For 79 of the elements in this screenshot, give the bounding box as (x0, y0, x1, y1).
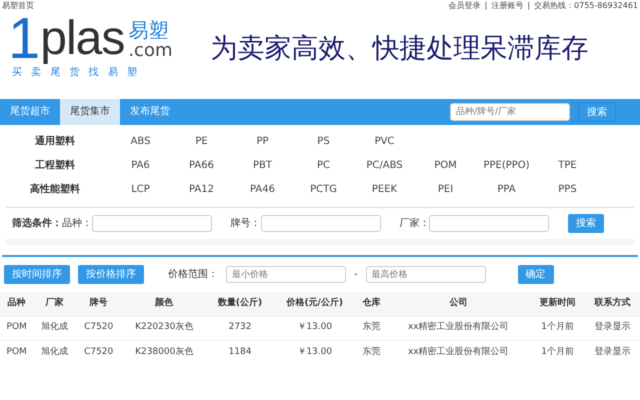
category-label: 高性能塑料 (29, 182, 81, 196)
table-cell: K220230灰色 (121, 316, 207, 340)
category-link[interactable]: PCTG (293, 182, 354, 196)
category-link[interactable]: PC (293, 158, 354, 172)
table-cell: C7520 (76, 316, 122, 340)
category-link[interactable]: PP (232, 134, 293, 148)
table-cell: 东莞 (356, 316, 386, 340)
contact-link[interactable]: 登录显示 (585, 316, 640, 340)
separator-text: - (354, 268, 358, 282)
table-cell: ￥13.00 (273, 340, 356, 364)
input-field[interactable] (260, 215, 381, 232)
category-link[interactable]: PPA (476, 182, 537, 196)
category-link[interactable]: PA46 (232, 182, 293, 196)
field-label: 品种： (62, 216, 92, 231)
column-header: 仓库 (356, 292, 386, 316)
field-label: 厂家： (399, 216, 430, 231)
category-link[interactable]: ABS (110, 134, 171, 148)
category-link[interactable]: PVC (354, 134, 415, 148)
category-link[interactable]: PPE(PPO) (476, 158, 537, 172)
logo-chinese: 易塑 (128, 19, 170, 41)
table-cell: ￥13.00 (273, 316, 356, 340)
hotline-text: 交易热线：0755-86932461 (534, 0, 638, 11)
logo-domain: .com (128, 41, 172, 61)
category-link[interactable]: PEEK (354, 182, 415, 196)
column-header: 牌号 (76, 292, 122, 316)
table-cell: 旭化成 (33, 316, 76, 340)
column-header: 品种 (0, 292, 34, 316)
column-header: 更新时间 (530, 292, 586, 316)
table-cell: 东莞 (356, 340, 386, 364)
logo-word: plas (40, 13, 124, 65)
table-cell: C7520 (76, 340, 122, 364)
range-label: 价格范围： (168, 268, 218, 282)
category-link[interactable]: LCP (110, 182, 171, 196)
nav-tab[interactable]: 尾货集市 (60, 99, 120, 125)
search-field[interactable]: 品种/牌号/厂家 (450, 103, 570, 121)
field-label: 牌号： (230, 217, 261, 231)
table-cell: xx精密工业股份有限公司 (386, 316, 530, 340)
category-link[interactable]: PEI (415, 182, 476, 196)
category-link[interactable]: PPS (537, 182, 598, 196)
divider-text: | (484, 0, 488, 11)
category-link[interactable]: PA6 (110, 158, 171, 172)
table-cell: 旭化成 (33, 340, 76, 364)
input-field[interactable] (92, 215, 212, 232)
slogan-text: 为卖家高效、快捷处理呆滞库存 (210, 32, 588, 66)
table-cell: POM (0, 340, 34, 364)
category-link[interactable]: PA66 (171, 158, 232, 172)
input-field[interactable] (429, 215, 550, 232)
table-cell: xx精密工业股份有限公司 (386, 340, 530, 364)
category-link[interactable]: PC/ABS (354, 158, 415, 172)
table-cell: 1个月前 (530, 316, 586, 340)
table-cell: POM (0, 316, 34, 340)
table-cell: 1184 (206, 340, 274, 364)
column-header: 联系方式 (585, 292, 640, 316)
column-header: 数量(公斤) (206, 292, 274, 316)
logo-tagline: 买 卖 尾 货 找 易 塑 (11, 66, 142, 80)
divider-text: | (527, 0, 530, 11)
table-cell: K238000灰色 (121, 340, 207, 364)
filter-label: 筛选条件： (12, 216, 62, 231)
column-header: 厂家 (33, 292, 76, 316)
table-cell: 1个月前 (530, 340, 586, 364)
category-link[interactable]: PA12 (171, 182, 232, 196)
category-link[interactable]: TPE (537, 158, 598, 172)
column-header: 价格(元/公斤) (273, 292, 356, 316)
category-link[interactable]: PE (171, 134, 232, 148)
contact-link[interactable]: 登录显示 (585, 340, 640, 364)
min-price-field[interactable]: 最小价格 (226, 266, 346, 283)
table-cell: 2732 (206, 316, 274, 340)
column-header: 公司 (386, 292, 530, 316)
header-link[interactable]: 注册账号 (491, 0, 524, 11)
category-link[interactable]: PS (293, 134, 354, 148)
header-link[interactable]: 会员登录 (448, 0, 481, 11)
category-link[interactable]: PBT (232, 158, 293, 172)
max-price-field[interactable]: 最高价格 (366, 266, 486, 283)
home-link[interactable]: 易塑首页 (2, 0, 34, 11)
category-link[interactable]: POM (415, 158, 476, 172)
category-label: 通用塑料 (34, 134, 76, 148)
logo-digit: 1 (8, 13, 40, 65)
column-header: 颜色 (121, 292, 207, 316)
category-label: 工程塑料 (34, 158, 76, 172)
